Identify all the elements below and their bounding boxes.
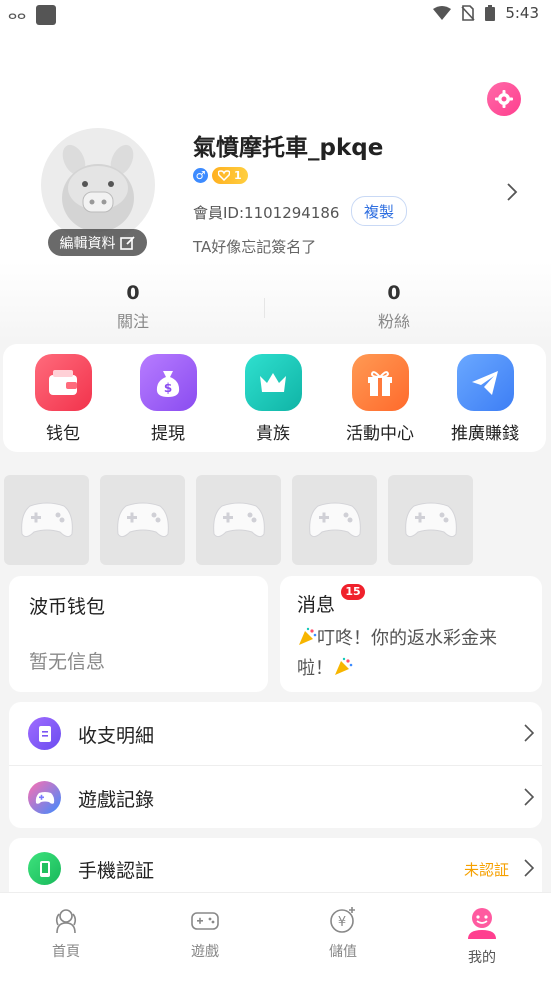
heart-icon: [218, 170, 230, 181]
recharge-icon: ¥: [330, 907, 355, 933]
wifi-icon: [433, 6, 452, 20]
edit-icon: [119, 235, 135, 250]
list-item-label: 收支明細: [78, 725, 155, 747]
nav-label: 首頁: [52, 944, 80, 960]
edit-profile-label: 編輯資料: [59, 235, 116, 252]
gamepad-placeholder-icon: [404, 502, 457, 538]
user-badges: ♂ 1: [193, 167, 248, 184]
following-label: 關注: [116, 312, 149, 331]
gamepad-placeholder-icon: [212, 502, 265, 538]
chevron-right-icon: [524, 724, 534, 742]
nav-label: 我的: [468, 950, 496, 966]
copy-id-button[interactable]: 複製: [351, 196, 408, 226]
game-icon: [191, 912, 219, 930]
username: 氣憤摩托車_pkqe: [193, 135, 384, 161]
game-tile[interactable]: [196, 475, 281, 565]
verification-status: 未認証: [464, 861, 510, 879]
profile-icon: [468, 908, 496, 939]
quick-item-label: 貴族: [256, 424, 290, 444]
unread-count-badge: 15: [341, 584, 365, 600]
member-id: 會員ID:1101294186: [193, 204, 340, 222]
svg-text:¥: ¥: [338, 915, 346, 930]
notification-icon: [36, 5, 57, 25]
gamepad-placeholder-icon: [116, 502, 169, 538]
gamepad-placeholder-icon: [20, 502, 73, 538]
battery-icon: [485, 5, 496, 21]
paper-plane-icon: [456, 354, 514, 411]
followers-count: 0: [387, 282, 401, 304]
signature: TA好像忘記簽名了: [193, 238, 317, 256]
level-badge: 1: [212, 167, 248, 184]
male-gender-icon: ♂: [193, 168, 208, 183]
list-item-phone-verify[interactable]: 手機認証 未認証: [9, 838, 542, 898]
status-right: 5:43: [433, 4, 539, 22]
crown-icon: [244, 354, 302, 411]
following-stat[interactable]: 0 關注: [33, 282, 233, 332]
quick-item-promote[interactable]: 推廣賺錢: [435, 354, 535, 444]
status-time: 5:43: [505, 4, 539, 22]
gear-icon: [495, 90, 513, 108]
phone-icon: [28, 852, 61, 885]
gamepad-icon: [28, 781, 61, 814]
following-count: 0: [126, 282, 140, 304]
settings-button[interactable]: [487, 82, 521, 116]
chevron-right-icon: [524, 859, 534, 877]
nav-label: 遊戲: [191, 944, 219, 960]
status-left: ⴰⴰ: [8, 5, 57, 25]
list-item-label: 手機認証: [78, 860, 155, 882]
gift-icon: [351, 354, 409, 411]
signal-activity-icon: ⴰⴰ: [8, 7, 27, 23]
nav-games[interactable]: 遊戲: [165, 905, 245, 961]
no-sim-icon: [461, 5, 475, 21]
game-tile[interactable]: [292, 475, 377, 565]
quick-item-nobility[interactable]: 貴族: [223, 354, 323, 444]
quick-item-label: 钱包: [46, 424, 80, 444]
game-tile[interactable]: [388, 475, 473, 565]
game-tile[interactable]: [100, 475, 185, 565]
stat-divider: [264, 298, 265, 318]
pig-avatar-icon: [62, 144, 134, 232]
edit-profile-button[interactable]: 編輯資料: [48, 229, 147, 256]
gamepad-placeholder-icon: [308, 502, 361, 538]
quick-item-label: 推廣賺錢: [451, 424, 519, 444]
nav-recharge[interactable]: ¥ 儲值: [303, 905, 383, 961]
svg-text:$: $: [164, 381, 172, 395]
home-icon: [55, 909, 77, 934]
list-item-label: 遊戲記錄: [78, 789, 155, 811]
quick-item-label: 提現: [151, 424, 185, 444]
party-popper-icon: [335, 657, 353, 675]
party-popper-icon: [299, 627, 317, 645]
document-icon: [28, 717, 61, 750]
quick-item-withdraw[interactable]: $ 提現: [118, 354, 218, 444]
quick-item-label: 活動中心: [346, 424, 414, 444]
money-bag-icon: $: [139, 354, 197, 411]
chevron-right-icon[interactable]: [506, 182, 518, 202]
wallet-icon: [34, 354, 92, 411]
nav-profile[interactable]: 我的: [442, 905, 522, 967]
nav-home[interactable]: 首頁: [26, 905, 106, 961]
message-card-title: 消息: [297, 594, 336, 616]
quick-item-wallet[interactable]: 钱包: [13, 354, 113, 444]
followers-label: 粉絲: [377, 312, 410, 331]
followers-stat[interactable]: 0 粉絲: [294, 282, 494, 332]
quick-item-activity[interactable]: 活動中心: [330, 354, 430, 444]
message-preview: 叮咚！你的返水彩金来啦！: [297, 624, 529, 684]
game-tile[interactable]: [4, 475, 89, 565]
wallet-card-title: 波币钱包: [29, 596, 106, 618]
avatar[interactable]: [41, 128, 155, 242]
nav-label: 儲值: [329, 944, 357, 960]
list-item-game-records[interactable]: 遊戲記錄: [9, 766, 542, 828]
level-number: 1: [234, 169, 242, 182]
list-item-transactions[interactable]: 收支明細: [9, 702, 542, 765]
message-preview-text: 叮咚！你的返水彩金来啦！: [297, 628, 497, 679]
status-bar: ⴰⴰ 5:43: [0, 0, 551, 30]
wallet-empty-text: 暂无信息: [29, 651, 106, 673]
chevron-right-icon: [524, 788, 534, 806]
